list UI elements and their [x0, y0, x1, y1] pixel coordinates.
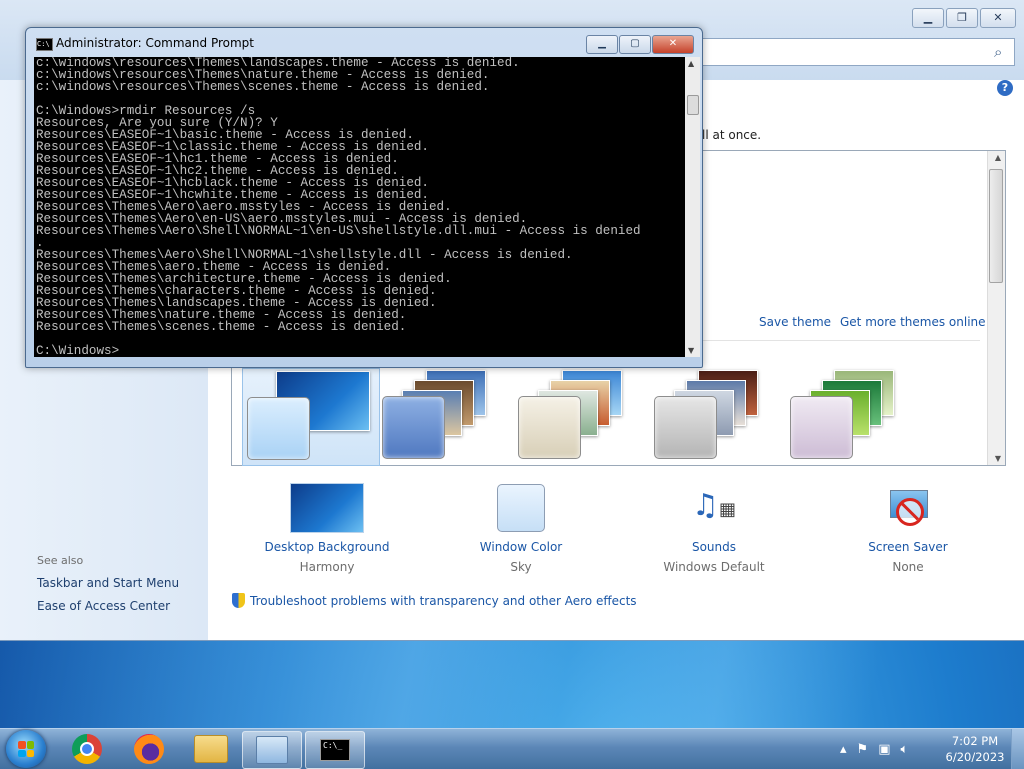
- themes-scrollbar[interactable]: ▲ ▼: [987, 151, 1005, 465]
- sounds-label[interactable]: Sounds: [629, 540, 799, 554]
- show-hidden-icons-icon[interactable]: ▴: [840, 742, 847, 757]
- desktop-background-item[interactable]: Desktop Background Harmony: [242, 482, 412, 574]
- clock-date: 6/20/2023: [945, 750, 1005, 764]
- screen-saver-label[interactable]: Screen Saver: [823, 540, 993, 554]
- get-more-themes-link[interactable]: Get more themes online: [840, 315, 986, 329]
- command-prompt-window[interactable]: C:\ Administrator: Command Prompt ▁ ▢ ✕ …: [25, 27, 703, 368]
- desktop-background-icon: [290, 483, 364, 533]
- theme-color-swatch: [790, 396, 853, 459]
- scroll-up-icon[interactable]: ▲: [995, 153, 1001, 162]
- taskbar-command-prompt[interactable]: C:\_: [305, 731, 365, 769]
- taskbar-start-menu-link[interactable]: Taskbar and Start Menu: [37, 576, 179, 590]
- taskbar-control-panel[interactable]: [242, 731, 302, 769]
- scroll-thumb[interactable]: [989, 169, 1003, 283]
- desktop-background-value: Harmony: [299, 560, 355, 574]
- theme-color-swatch: [654, 396, 717, 459]
- theme-tile-windows7[interactable]: [242, 368, 380, 466]
- clock[interactable]: 7:02 PM 6/20/2023: [940, 733, 1010, 765]
- theme-color-swatch: [518, 396, 581, 459]
- scroll-down-icon[interactable]: ▼: [995, 454, 1001, 463]
- see-also-heading: See also: [37, 554, 84, 567]
- theme-color-swatch: [382, 396, 445, 459]
- search-input[interactable]: [702, 38, 1015, 66]
- cmd-icon: C:\_: [320, 739, 350, 761]
- search-icon[interactable]: ⌕: [994, 43, 1002, 61]
- troubleshoot-link[interactable]: Troubleshoot problems with transparency …: [232, 593, 637, 608]
- window-color-icon: [497, 484, 545, 532]
- cmd-output: c:\windows\resources\Themes\landscapes.t…: [36, 57, 641, 357]
- sounds-value: Windows Default: [663, 560, 765, 574]
- folder-icon: [194, 735, 228, 763]
- sounds-item[interactable]: ♫▦ Sounds Windows Default: [629, 482, 799, 574]
- network-icon[interactable]: ▣: [878, 742, 890, 757]
- help-icon[interactable]: ?: [997, 80, 1013, 96]
- shield-icon: [232, 593, 245, 608]
- windows-logo-icon: [18, 741, 34, 757]
- window-controls: ▁ ❐ ✕: [912, 8, 1016, 28]
- theme-tile-architecture[interactable]: [378, 368, 514, 464]
- screen-saver-value: None: [892, 560, 924, 574]
- show-desktop-button[interactable]: [1011, 729, 1024, 769]
- cmd-app-icon: C:\: [36, 38, 53, 51]
- sounds-icon: ♫▦: [692, 488, 736, 523]
- ease-of-access-link[interactable]: Ease of Access Center: [37, 599, 170, 613]
- wallpaper-swoosh: [0, 640, 1024, 728]
- restore-button[interactable]: ❐: [946, 8, 978, 28]
- taskbar: C:\_ ▴ ⚑ ▣ 🔈︎ 7:02 PM 6/20/2023: [0, 728, 1024, 769]
- control-panel-icon: [256, 736, 288, 764]
- taskbar-explorer[interactable]: [182, 731, 240, 767]
- start-button[interactable]: [6, 730, 46, 768]
- window-color-value: Sky: [510, 560, 532, 574]
- console-line: Resources\Themes\Aero\Shell\NORMAL~1\en-…: [36, 224, 641, 238]
- action-center-icon[interactable]: ⚑: [857, 742, 869, 757]
- desktop-background-label[interactable]: Desktop Background: [242, 540, 412, 554]
- cmd-console[interactable]: c:\windows\resources\Themes\landscapes.t…: [34, 57, 685, 357]
- theme-color-swatch: [247, 397, 310, 460]
- window-color-label[interactable]: Window Color: [436, 540, 606, 554]
- console-line: C:\Windows>: [36, 344, 120, 357]
- screen-saver-icon: [886, 486, 930, 530]
- chrome-icon: [72, 734, 102, 764]
- screen-saver-item[interactable]: Screen Saver None: [823, 482, 993, 574]
- cmd-scrollbar[interactable]: ▲ ▼: [685, 57, 700, 357]
- console-line: c:\windows\resources\Themes\scenes.theme…: [36, 80, 490, 94]
- clock-time: 7:02 PM: [951, 734, 999, 748]
- taskbar-chrome[interactable]: [58, 731, 116, 767]
- system-tray: ▴ ⚑ ▣ 🔈︎: [840, 729, 908, 769]
- taskbar-firefox[interactable]: [120, 731, 178, 767]
- scroll-down-icon[interactable]: ▼: [688, 346, 694, 355]
- cmd-maximize-button[interactable]: ▢: [619, 35, 651, 54]
- troubleshoot-label[interactable]: Troubleshoot problems with transparency …: [250, 594, 637, 608]
- volume-icon[interactable]: 🔈︎: [900, 742, 908, 757]
- cmd-title: Administrator: Command Prompt: [56, 36, 254, 50]
- theme-tile-characters[interactable]: [514, 368, 650, 464]
- cmd-scroll-thumb[interactable]: [687, 95, 699, 115]
- minimize-button[interactable]: ▁: [912, 8, 944, 28]
- close-button[interactable]: ✕: [980, 8, 1016, 28]
- theme-tile-landscapes[interactable]: [650, 368, 786, 464]
- firefox-icon: [134, 734, 164, 764]
- cmd-titlebar[interactable]: C:\ Administrator: Command Prompt ▁ ▢ ✕: [26, 28, 702, 58]
- theme-tile-nature[interactable]: [786, 368, 922, 464]
- scroll-up-icon[interactable]: ▲: [688, 59, 694, 68]
- cmd-close-button[interactable]: ✕: [652, 35, 694, 54]
- page-subtitle: ll at once.: [702, 128, 762, 142]
- window-color-item[interactable]: Window Color Sky: [436, 482, 606, 574]
- cmd-minimize-button[interactable]: ▁: [586, 35, 618, 54]
- console-line: Resources\Themes\scenes.theme - Access i…: [36, 320, 407, 334]
- save-theme-link[interactable]: Save theme: [759, 315, 831, 329]
